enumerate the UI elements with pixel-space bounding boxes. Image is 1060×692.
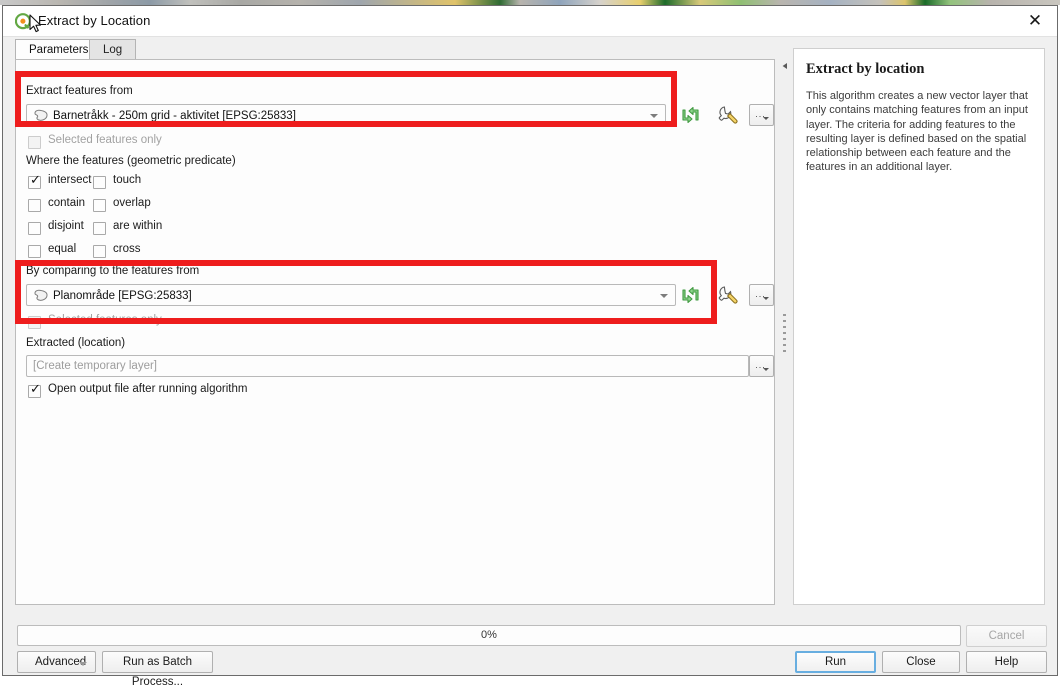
predicate-label: equal (48, 243, 77, 255)
advanced-button[interactable]: Advanced (17, 651, 96, 673)
input-selected-features-only-label: Selected features only (48, 134, 162, 146)
checkbox-box[interactable] (28, 199, 41, 212)
open-output-file-label: Open output file after running algorithm (48, 383, 248, 395)
checkbox-box[interactable] (93, 245, 106, 258)
geometric-predicate-label: Where the features (geometric predicate) (26, 155, 236, 167)
cancel-button: Cancel (966, 625, 1047, 647)
predicate-label: overlap (113, 197, 151, 209)
compare-layer-combo[interactable]: Planområde [EPSG:25833] (26, 284, 676, 306)
input-layer-value: Barnetråkk - 250m grid - aktivitet [EPSG… (53, 110, 296, 122)
input-layer-combo[interactable]: Barnetråkk - 250m grid - aktivitet [EPSG… (26, 104, 666, 126)
check-icon: ✓ (30, 173, 41, 188)
checkbox-box[interactable] (93, 222, 106, 235)
output-label: Extracted (location) (26, 337, 126, 349)
iterate-features-icon[interactable] (678, 282, 704, 308)
input-browse-button[interactable]: ··· (749, 104, 774, 126)
extract-by-location-dialog: Extract by Location ✕ Parameters Log Ext… (2, 5, 1058, 688)
collapse-left-icon[interactable] (780, 59, 790, 73)
close-button[interactable]: Close (882, 651, 960, 673)
check-icon: ✓ (30, 382, 41, 397)
tab-log[interactable]: Log (89, 39, 137, 60)
checkbox-box[interactable]: ✓ (28, 173, 41, 189)
compare-layer-label: By comparing to the features from (26, 265, 200, 277)
output-path-input[interactable]: [Create temporary layer] (26, 355, 749, 377)
help-title: Extract by location (806, 61, 925, 77)
predicate-label: intersect (48, 174, 92, 186)
wrench-icon[interactable] (714, 282, 740, 308)
chevron-down-icon (650, 114, 658, 118)
checkbox-box[interactable]: ✓ (28, 382, 41, 398)
checkbox-box (28, 316, 41, 329)
run-as-batch-button[interactable]: Run as Batch Process... (102, 651, 213, 688)
caret-down-icon (763, 297, 769, 300)
close-icon[interactable]: ✕ (1025, 12, 1045, 32)
caret-down-icon (763, 368, 769, 371)
compare-browse-button[interactable]: ··· (749, 284, 774, 306)
predicate-label: are within (113, 220, 163, 232)
polygon-layer-icon (34, 109, 48, 121)
iterate-features-icon[interactable] (678, 102, 704, 128)
help-body: This algorithm creates a new vector laye… (806, 90, 1028, 174)
predicate-label: contain (48, 197, 86, 209)
collapse-arrow-glyph (782, 63, 787, 69)
checkbox-box[interactable] (28, 222, 41, 235)
run-button[interactable]: Run (795, 651, 876, 673)
wrench-icon[interactable] (714, 102, 740, 128)
qgis-logo-icon (15, 13, 31, 30)
checkbox-box (28, 136, 41, 149)
parameters-panel: Extract features from Barnetråkk - 250m … (15, 59, 775, 605)
progress-percent-label: 0% (481, 629, 497, 641)
predicate-label: disjoint (48, 220, 84, 232)
compare-layer-value: Planområde [EPSG:25833] (53, 290, 192, 302)
progress-bar: 0% (17, 625, 961, 646)
output-browse-button[interactable]: ··· (749, 355, 774, 377)
caret-down-icon (763, 117, 769, 120)
input-layer-label: Extract features from (26, 85, 133, 97)
panel-splitter[interactable] (779, 59, 791, 605)
checkbox-box[interactable] (93, 199, 106, 212)
help-button[interactable]: Help (966, 651, 1047, 673)
caret-down-icon (79, 662, 87, 666)
dialog-titlebar: Extract by Location ✕ (3, 6, 1057, 37)
compare-selected-features-only-label: Selected features only (48, 314, 162, 326)
predicate-label: cross (113, 243, 141, 255)
predicate-label: touch (113, 174, 142, 186)
checkbox-box[interactable] (93, 176, 106, 189)
splitter-grip-icon (783, 314, 786, 352)
dialog-title: Extract by Location (38, 13, 151, 28)
checkbox-box[interactable] (28, 245, 41, 258)
algorithm-help-panel: Extract by location This algorithm creat… (793, 48, 1045, 605)
chevron-down-icon (660, 294, 668, 298)
polygon-layer-icon (34, 289, 48, 301)
